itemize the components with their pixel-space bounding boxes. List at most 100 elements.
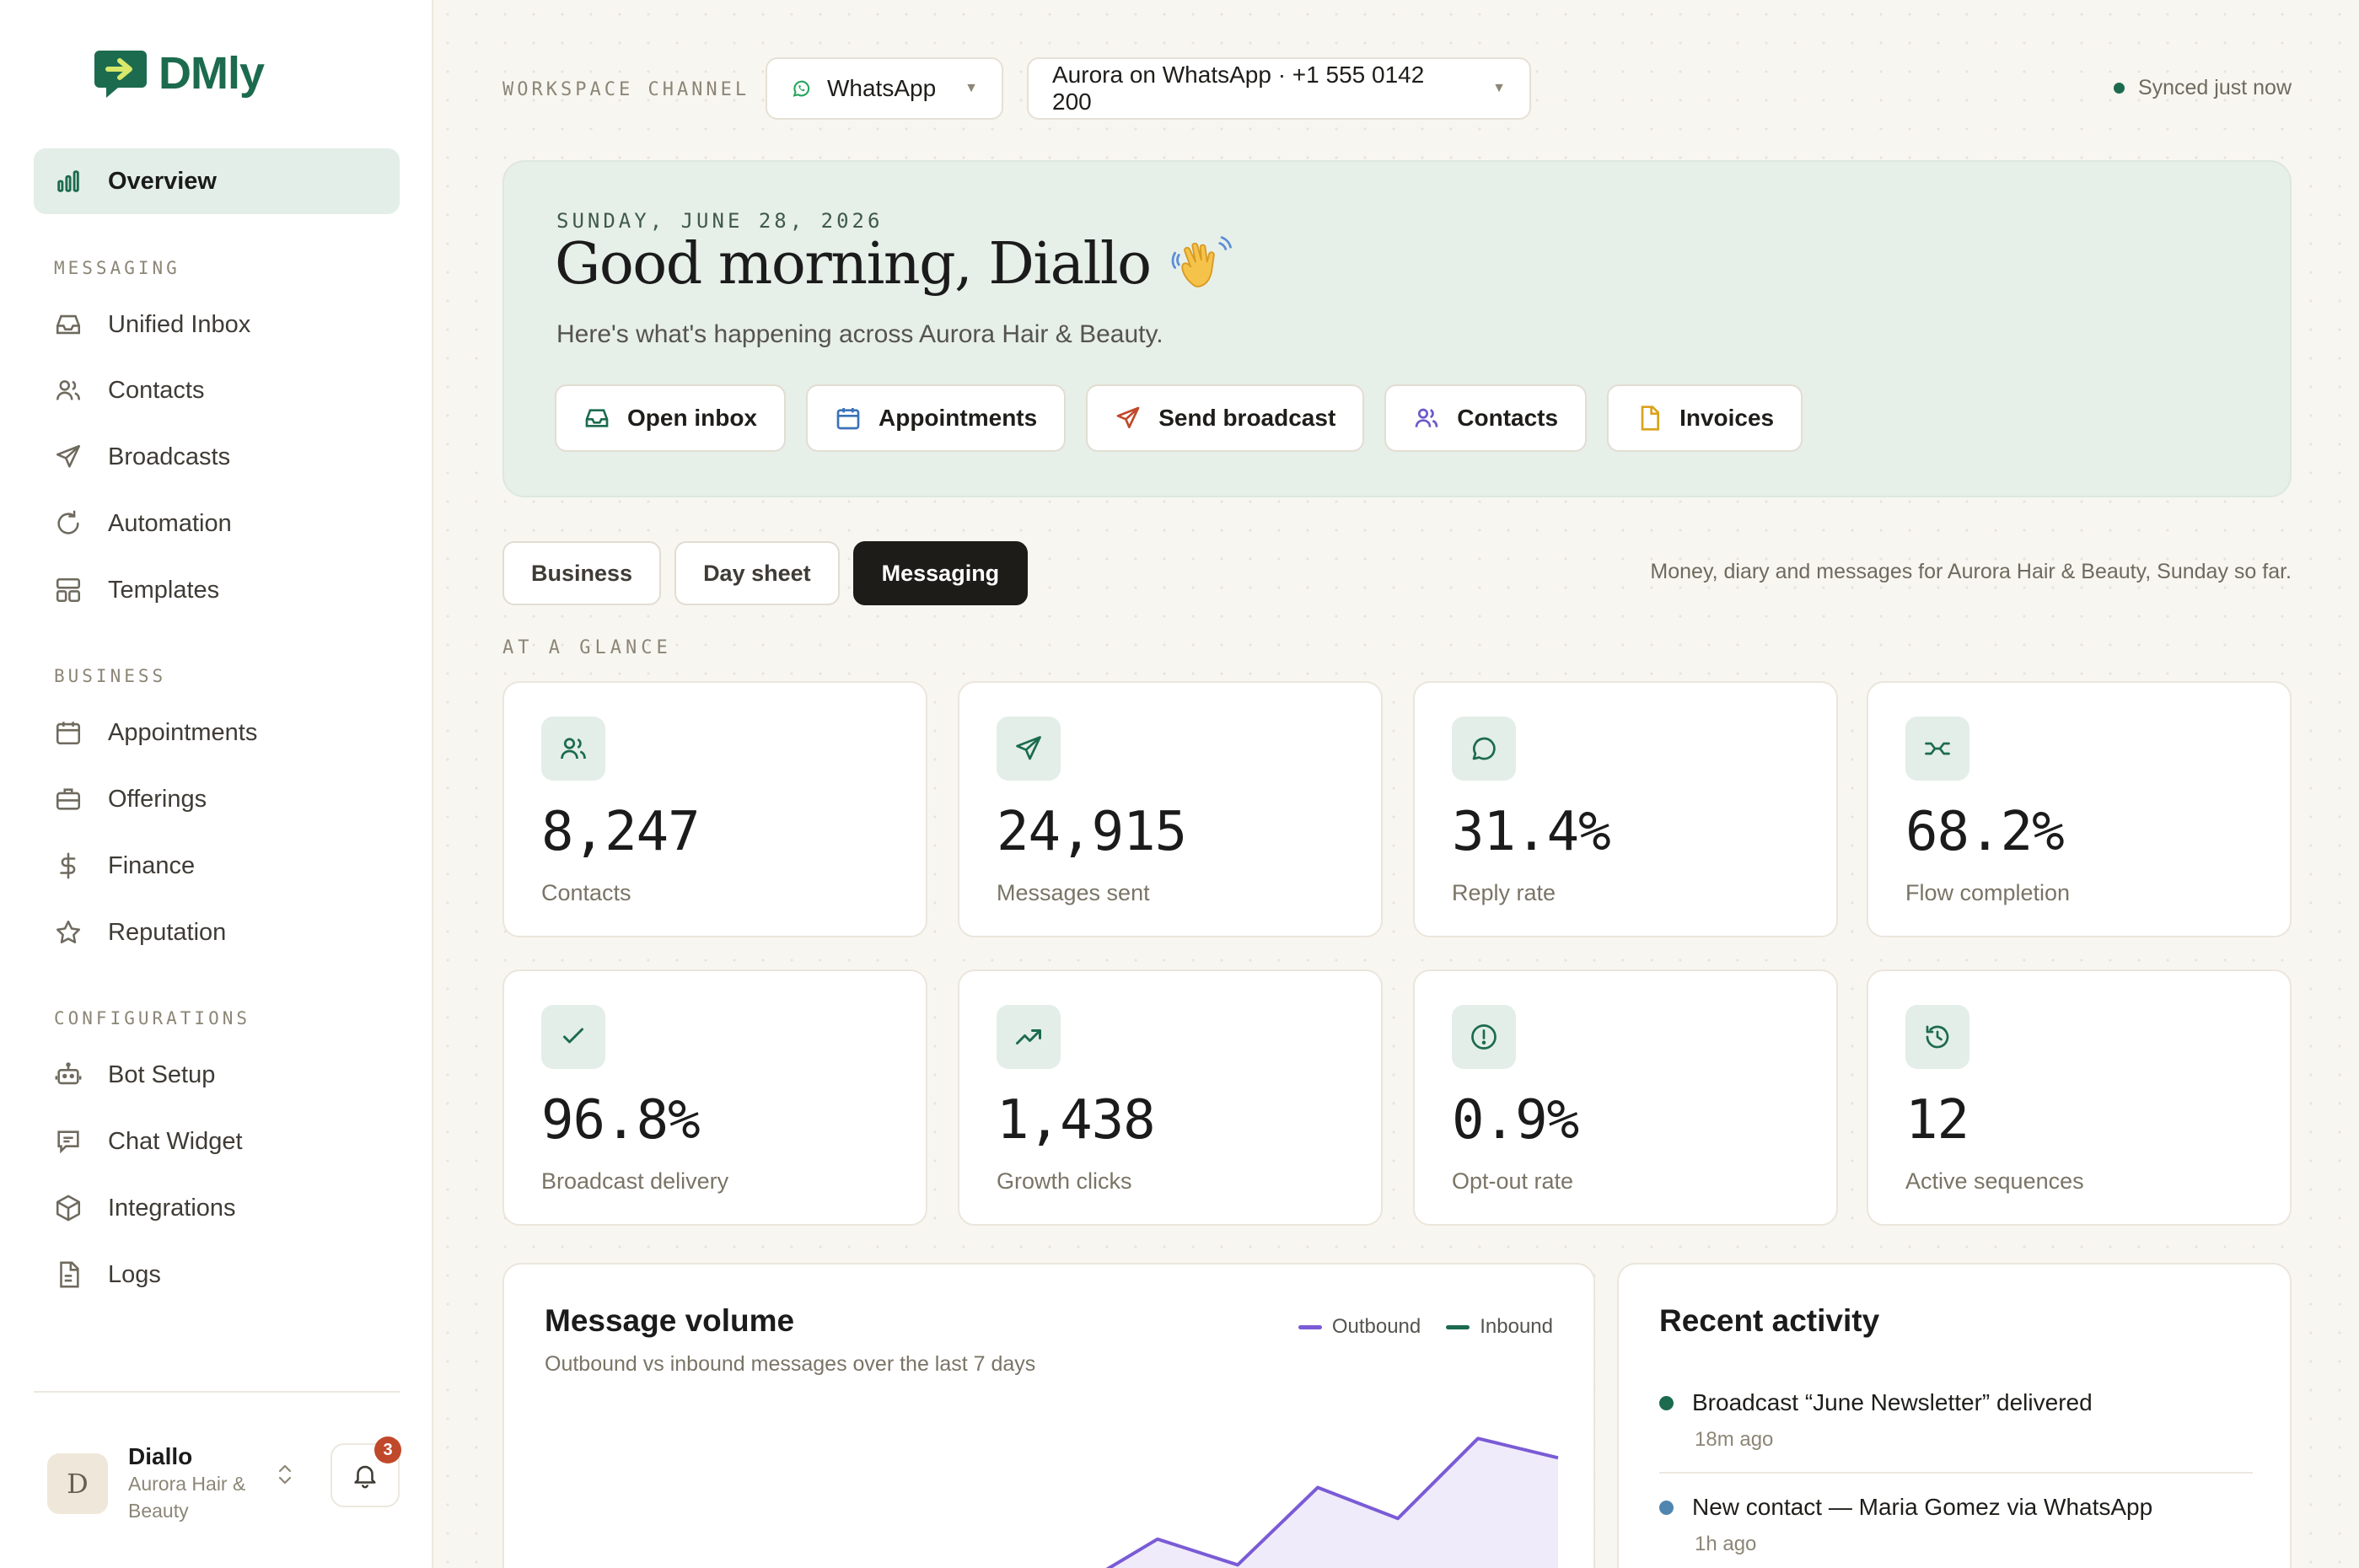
sidebar-item-logs[interactable]: Logs: [34, 1242, 400, 1308]
account-select[interactable]: Aurora on WhatsApp · +1 555 0142 200 ▼: [1027, 57, 1531, 120]
briefcase-icon: [56, 788, 81, 810]
activity-dot: [1659, 1395, 1674, 1410]
stat-card-growth-clicks[interactable]: 1,438 Growth clicks: [958, 969, 1383, 1226]
bar-chart-icon: [57, 170, 79, 192]
sidebar-item-label: Contacts: [108, 376, 205, 404]
sidebar-item-reputation[interactable]: Reputation: [34, 899, 400, 965]
nav-section-configurations: CONFIGURATIONS: [54, 1008, 251, 1028]
stat-card-flow-completion[interactable]: 68.2% Flow completion: [1867, 681, 2292, 937]
user-switcher[interactable]: D Diallo Aurora Hair & Beauty: [47, 1443, 292, 1524]
refresh-icon: [57, 510, 79, 534]
sidebar-item-bot-setup[interactable]: Bot Setup: [34, 1042, 400, 1108]
account-select-value: Aurora on WhatsApp · +1 555 0142 200: [1052, 62, 1425, 115]
calendar-icon: [836, 408, 860, 430]
tab-business[interactable]: Business: [502, 541, 662, 605]
dollar-icon: [60, 852, 76, 879]
chat-bubble-icon: [1452, 717, 1516, 781]
stat-card-messages-sent[interactable]: 24,915 Messages sent: [958, 681, 1383, 937]
send-broadcast-button[interactable]: Send broadcast: [1086, 384, 1365, 452]
stat-label: Opt-out rate: [1452, 1168, 1574, 1194]
stat-card-opt-out-rate[interactable]: 0.9% Opt-out rate: [1413, 969, 1838, 1226]
channel-select-value: WhatsApp: [826, 75, 937, 101]
open-inbox-label: Open inbox: [627, 405, 757, 431]
activity-divider: [1659, 1472, 2253, 1474]
sidebar-item-label: Reputation: [108, 918, 227, 946]
stat-card-contacts[interactable]: 8,247 Contacts: [502, 681, 927, 937]
calendar-icon: [56, 722, 81, 745]
send-broadcast-label: Send broadcast: [1158, 405, 1336, 431]
stat-label: Growth clicks: [997, 1168, 1132, 1194]
activity-dot: [1659, 1500, 1674, 1515]
channel-select[interactable]: WhatsApp ▼: [766, 57, 1003, 120]
stat-label: Contacts: [541, 880, 631, 905]
file-text-icon: [60, 1261, 79, 1288]
sidebar-item-broadcasts[interactable]: Broadcasts: [34, 424, 400, 490]
trending-up-icon: [997, 1005, 1061, 1069]
send-icon: [56, 444, 81, 468]
user-info: Diallo Aurora Hair & Beauty: [128, 1443, 280, 1524]
outbound-area: [1109, 1438, 1558, 1568]
template-icon: [56, 577, 81, 603]
whatsapp-icon: [793, 80, 810, 97]
sidebar-item-automation[interactable]: Automation: [34, 491, 400, 556]
contacts-label: Contacts: [1457, 405, 1559, 431]
chat-widget-icon: [57, 1130, 79, 1154]
activity-item[interactable]: Broadcast “June Newsletter” delivered 18…: [1659, 1389, 2253, 1452]
history-icon: [1905, 1005, 1969, 1069]
activity-item[interactable]: New contact — Maria Gomez via WhatsApp 1…: [1659, 1494, 2253, 1556]
send-icon: [997, 717, 1061, 781]
contacts-button[interactable]: Contacts: [1384, 384, 1588, 452]
bot-icon: [55, 1062, 82, 1085]
status-dot: [2113, 83, 2125, 94]
hero-date: SUNDAY, JUNE 28, 2026: [556, 209, 884, 233]
sidebar-item-finance[interactable]: Finance: [34, 833, 400, 899]
invoices-button[interactable]: Invoices: [1607, 384, 1803, 452]
notification-badge: 3: [374, 1436, 401, 1463]
tabs-description: Money, diary and messages for Aurora Hai…: [1650, 560, 2292, 583]
sidebar-item-contacts[interactable]: Contacts: [34, 357, 400, 423]
sidebar-item-chat-widget[interactable]: Chat Widget: [34, 1109, 400, 1174]
star-icon: [56, 920, 81, 944]
nav-section-business: BUSINESS: [54, 666, 167, 686]
appointments-label: Appointments: [879, 405, 1038, 431]
sidebar-item-offerings[interactable]: Offerings: [34, 766, 400, 832]
open-inbox-button[interactable]: Open inbox: [555, 384, 786, 452]
tab-day-sheet[interactable]: Day sheet: [674, 541, 840, 605]
brand-name: DMly: [159, 48, 265, 99]
stat-value: 1,438: [997, 1089, 1156, 1152]
stat-value: 96.8%: [541, 1089, 701, 1152]
activity-text: New contact — Maria Gomez via WhatsApp: [1692, 1494, 2153, 1520]
stat-label: Broadcast delivery: [541, 1168, 729, 1194]
notifications-button[interactable]: 3: [330, 1436, 401, 1507]
user-org: Aurora Hair & Beauty: [128, 1473, 246, 1522]
document-icon: [1641, 405, 1660, 431]
brand-logo[interactable]: DMly: [94, 47, 265, 99]
at-a-glance-label: AT A GLANCE: [502, 637, 672, 658]
stat-value: 31.4%: [1452, 801, 1611, 863]
sidebar-item-unified-inbox[interactable]: Unified Inbox: [34, 292, 400, 357]
sidebar-item-overview[interactable]: Overview: [34, 148, 400, 214]
sidebar-item-label: Overview: [108, 167, 217, 195]
inbox-icon: [585, 409, 609, 427]
appointments-button[interactable]: Appointments: [806, 384, 1067, 452]
activity-time: 18m ago: [1695, 1428, 1774, 1451]
sidebar-item-templates[interactable]: Templates: [34, 557, 400, 623]
stat-label: Reply rate: [1452, 880, 1556, 905]
users-icon: [56, 380, 81, 400]
chevron-up-down-icon: [278, 1464, 292, 1485]
user-name: Diallo: [128, 1443, 193, 1469]
stat-label: Messages sent: [997, 880, 1150, 905]
stat-value: 24,915: [997, 801, 1187, 863]
stat-card-broadcast-delivery[interactable]: 96.8% Broadcast delivery: [502, 969, 927, 1226]
sidebar-item-label: Offerings: [108, 785, 207, 813]
hero-banner: SUNDAY, JUNE 28, 2026 Good morning, Dial…: [502, 160, 2292, 497]
sidebar-item-appointments[interactable]: Appointments: [34, 700, 400, 765]
sidebar-item-label: Appointments: [108, 718, 258, 746]
stat-card-reply-rate[interactable]: 31.4% Reply rate: [1413, 681, 1838, 937]
tab-messaging[interactable]: Messaging: [852, 541, 1029, 605]
inbox-icon: [56, 314, 81, 335]
bell-icon: [354, 1465, 376, 1489]
sidebar-item-integrations[interactable]: Integrations: [34, 1175, 400, 1241]
stat-card-active-sequences[interactable]: 12 Active sequences: [1867, 969, 2292, 1226]
sidebar-item-label: Finance: [108, 851, 196, 879]
